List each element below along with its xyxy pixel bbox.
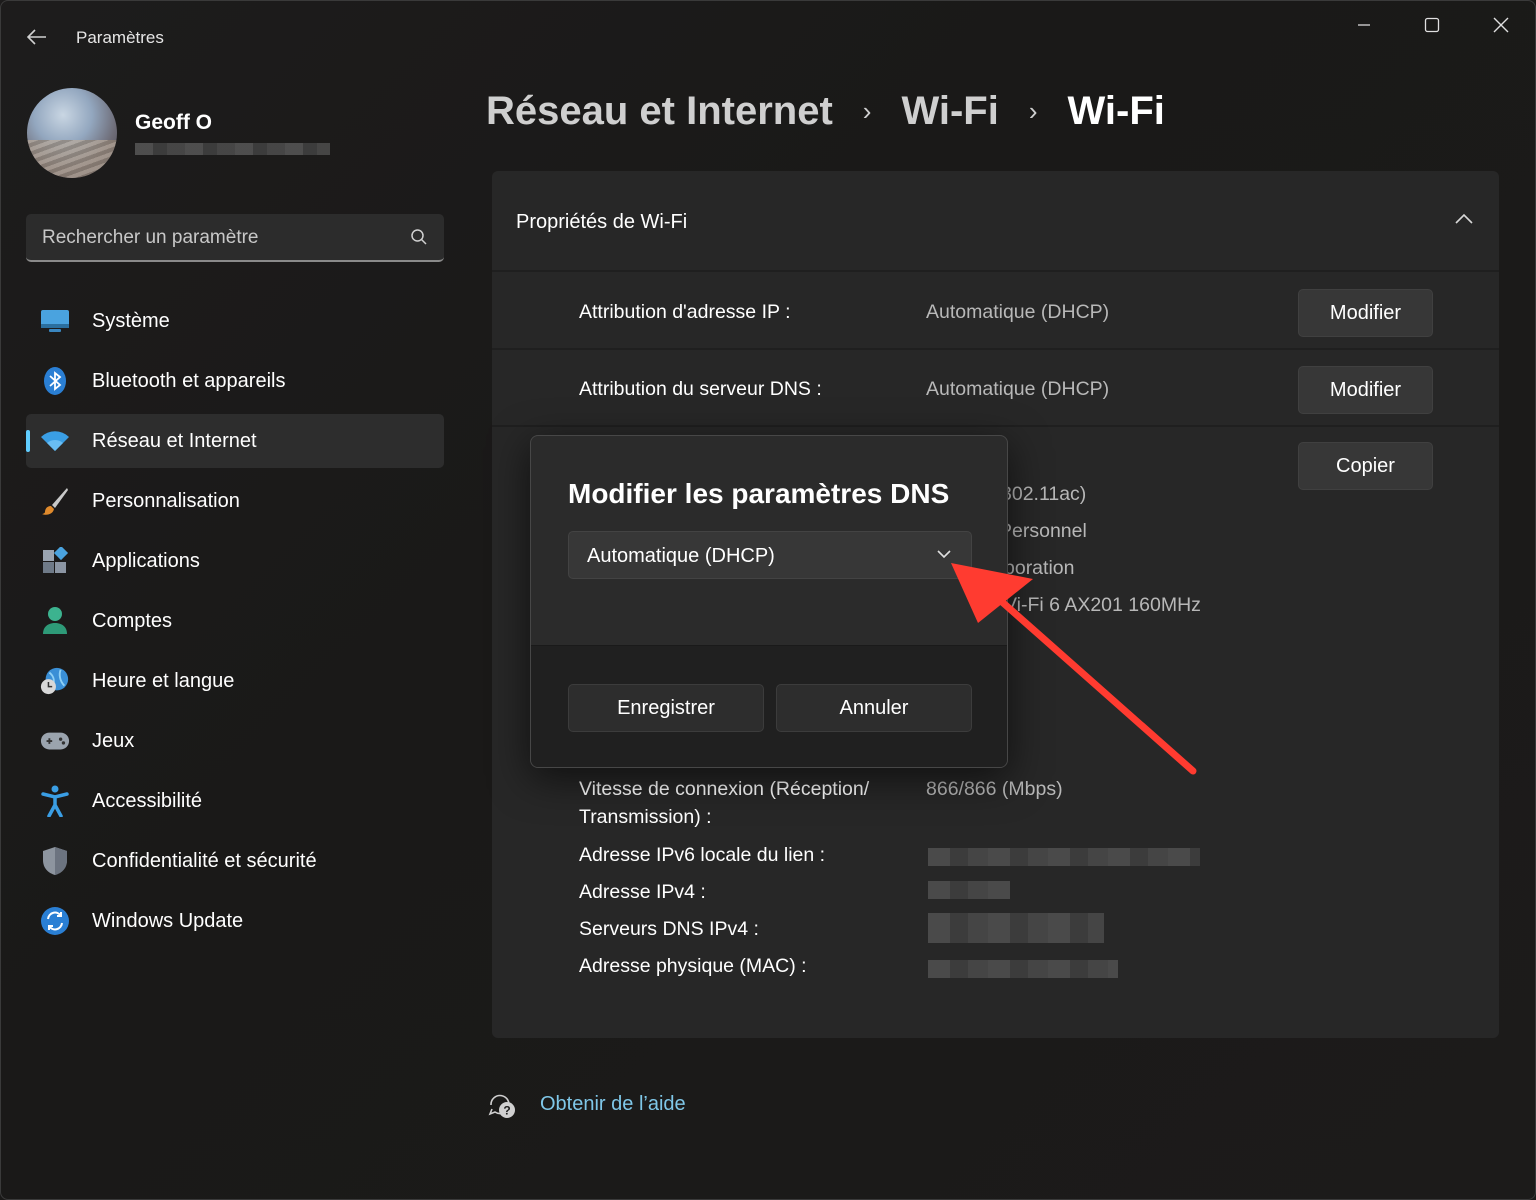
ipv6-value-redacted: [928, 848, 1200, 866]
chevron-right-icon: ›: [1028, 96, 1038, 126]
sidebar-item-comptes[interactable]: Comptes: [26, 594, 444, 648]
sidebar-item-label: Personnalisation: [92, 489, 240, 512]
sidebar-nav: Système Bluetooth et appareils Réseau et…: [26, 294, 444, 954]
back-button[interactable]: [19, 21, 55, 53]
chevron-down-icon: [937, 550, 951, 559]
shield-icon: [40, 847, 70, 875]
mac-value-redacted: [928, 960, 1118, 978]
breadcrumb: Réseau et Internet › Wi-Fi › Wi-Fi: [486, 89, 1165, 134]
person-icon: [40, 607, 70, 635]
sidebar-item-bluetooth[interactable]: Bluetooth et appareils: [26, 354, 444, 408]
ipv6-label: Adresse IPv6 locale du lien :: [579, 844, 826, 866]
svg-text:?: ?: [503, 1104, 510, 1118]
dns-assignment-label: Attribution du serveur DNS :: [579, 378, 822, 400]
card-title: Propriétés de Wi-Fi: [516, 211, 688, 233]
edit-dns-button[interactable]: Modifier: [1298, 366, 1433, 414]
help-icon: ?: [488, 1094, 515, 1118]
get-help-link[interactable]: Obtenir de l’aide: [540, 1093, 686, 1116]
page-title: Wi-Fi: [1067, 89, 1165, 133]
sidebar-item-label: Réseau et Internet: [92, 429, 257, 452]
user-email-redacted: [135, 143, 330, 155]
sidebar-item-label: Applications: [92, 549, 200, 572]
sidebar-item-personnalisation[interactable]: Personnalisation: [26, 474, 444, 528]
sidebar-item-label: Jeux: [92, 729, 135, 752]
sidebar-item-label: Comptes: [92, 609, 173, 632]
dns-servers-label: Serveurs DNS IPv4 :: [579, 918, 759, 940]
search-icon[interactable]: [410, 228, 428, 246]
maximize-button[interactable]: [1409, 9, 1455, 41]
app-title: Paramètres: [76, 28, 164, 47]
monitor-icon: [40, 307, 70, 335]
edit-ip-button[interactable]: Modifier: [1298, 289, 1433, 337]
ipv4-value-redacted: [928, 881, 1010, 899]
bluetooth-icon: [40, 367, 70, 395]
title-bar: Paramètres: [1, 1, 1535, 71]
minimize-icon: [1358, 24, 1370, 26]
apps-icon: [40, 547, 70, 575]
link-speed-value: 866/866 (Mbps): [926, 778, 1063, 800]
sidebar-item-label: Système: [92, 309, 170, 332]
dns-mode-select[interactable]: Automatique (DHCP): [568, 531, 972, 579]
close-button[interactable]: [1478, 9, 1524, 41]
brush-icon: [40, 487, 70, 515]
sidebar-item-label: Accessibilité: [92, 789, 203, 812]
minimize-button[interactable]: [1341, 9, 1387, 41]
description-value: Vi-Fi 6 AX201 160MHz: [1004, 594, 1201, 616]
dialog-footer: Enregistrer Annuler: [531, 645, 1007, 767]
security-type-value: Personnel: [999, 520, 1087, 542]
breadcrumb-item-wifi[interactable]: Wi-Fi: [901, 89, 998, 134]
gamepad-icon: [40, 727, 70, 755]
sidebar-item-label: Bluetooth et appareils: [92, 369, 286, 392]
wifi-icon: [40, 427, 70, 455]
sidebar-item-windows-update[interactable]: Windows Update: [26, 894, 444, 948]
card-header[interactable]: Propriétés de Wi-Fi: [492, 171, 1499, 272]
user-name: Geoff O: [135, 111, 212, 134]
manufacturer-value: poration: [1004, 557, 1075, 579]
copy-button[interactable]: Copier: [1298, 442, 1433, 490]
dns-assignment-row: Attribution du serveur DNS : Automatique…: [492, 350, 1499, 427]
sidebar-item-jeux[interactable]: Jeux: [26, 714, 444, 768]
sidebar-item-systeme[interactable]: Système: [26, 294, 444, 348]
settings-window: Paramètres Geoff O Système: [0, 0, 1536, 1200]
sidebar-item-confidentialite[interactable]: Confidentialité et sécurité: [26, 834, 444, 888]
ip-assignment-label: Attribution d'adresse IP :: [579, 301, 791, 323]
dns-settings-dialog: Modifier les paramètres DNS Automatique …: [530, 435, 1008, 768]
dns-assignment-value: Automatique (DHCP): [926, 378, 1110, 400]
accessibility-icon: [40, 785, 70, 817]
ip-assignment-row: Attribution d'adresse IP : Automatique (…: [492, 273, 1499, 350]
chevron-up-icon[interactable]: [1455, 213, 1473, 225]
maximize-icon: [1424, 17, 1440, 33]
save-button[interactable]: Enregistrer: [568, 684, 764, 732]
avatar[interactable]: [27, 88, 117, 178]
link-speed-label: Vitesse de connexion (Réception/: [579, 778, 870, 800]
dns-mode-selected: Automatique (DHCP): [587, 545, 775, 567]
link-speed-label-line2: Transmission) :: [579, 806, 712, 828]
sidebar-item-label: Windows Update: [92, 909, 244, 932]
update-icon: [40, 907, 70, 935]
arrow-left-icon: [27, 29, 46, 45]
search-box: [26, 214, 444, 262]
sidebar-item-label: Confidentialité et sécurité: [92, 849, 317, 872]
ip-assignment-value: Automatique (DHCP): [926, 301, 1110, 323]
sidebar-item-reseau[interactable]: Réseau et Internet: [26, 414, 444, 468]
dialog-title: Modifier les paramètres DNS: [568, 478, 950, 509]
breadcrumb-item-reseau[interactable]: Réseau et Internet: [486, 89, 833, 134]
mac-label: Adresse physique (MAC) :: [579, 955, 807, 977]
globe-clock-icon: [40, 667, 70, 695]
ipv4-label: Adresse IPv4 :: [579, 881, 706, 903]
sidebar-item-label: Heure et langue: [92, 669, 235, 692]
search-input[interactable]: [42, 224, 402, 252]
cancel-button[interactable]: Annuler: [776, 684, 972, 732]
sidebar-item-accessibilite[interactable]: Accessibilité: [26, 774, 444, 828]
sidebar-item-applications[interactable]: Applications: [26, 534, 444, 588]
close-icon: [1493, 17, 1509, 33]
protocol-value: 302.11ac): [1001, 483, 1087, 505]
sidebar-item-heure-langue[interactable]: Heure et langue: [26, 654, 444, 708]
dns-servers-value-redacted: [928, 913, 1104, 943]
chevron-right-icon: ›: [862, 96, 872, 126]
